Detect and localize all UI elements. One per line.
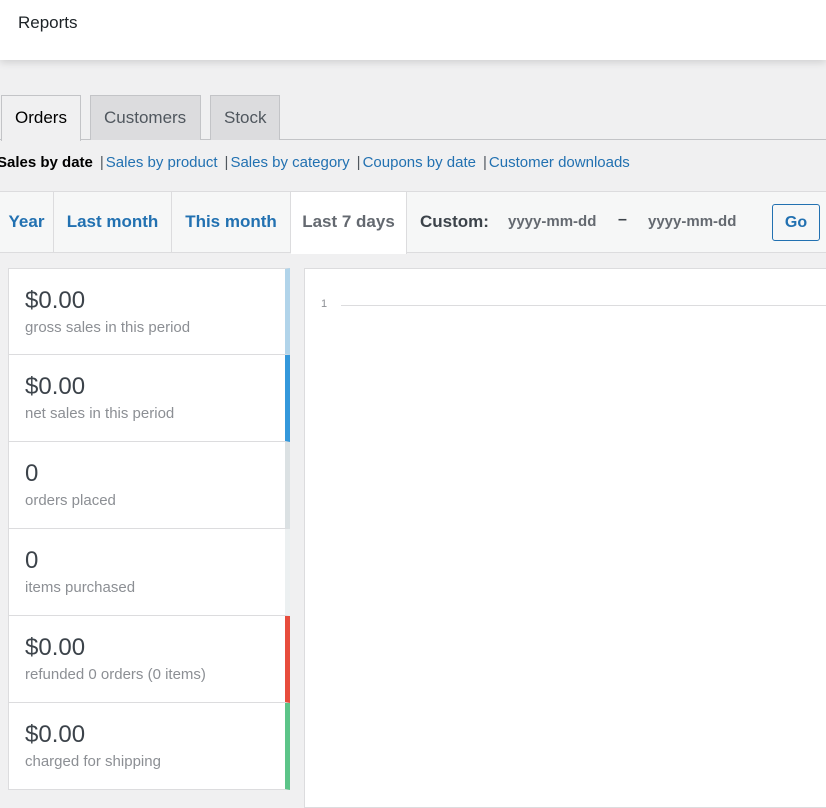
subnav-customer-downloads[interactable]: Customer downloads xyxy=(489,154,630,171)
custom-label: Custom: xyxy=(420,212,489,231)
legend-label: gross sales in this period xyxy=(25,319,191,336)
legend-item[interactable]: 0 items purchased xyxy=(8,529,290,616)
subnav-sales-by-category[interactable]: Sales by category xyxy=(230,154,349,171)
report-tabs: Orders Customers Stock xyxy=(0,95,826,141)
legend-label: orders placed xyxy=(25,492,116,509)
sales-chart: 1 xyxy=(304,268,826,808)
legend-label: refunded 0 orders (0 items) xyxy=(25,666,206,683)
end-date-input[interactable]: yyyy-mm-dd xyxy=(648,213,736,230)
range-this-month[interactable]: This month xyxy=(172,192,291,252)
legend-amount: 0 xyxy=(25,460,39,487)
legend-label: charged for shipping xyxy=(25,753,161,770)
legend-item[interactable]: $0.00 refunded 0 orders (0 items) xyxy=(8,616,290,703)
legend-amount: $0.00 xyxy=(25,287,86,314)
go-button[interactable]: Go xyxy=(772,204,820,241)
legend-amount: $0.00 xyxy=(25,373,86,400)
date-separator: – xyxy=(618,211,627,228)
tab-orders[interactable]: Orders xyxy=(1,95,81,141)
legend-amount: 0 xyxy=(25,547,39,574)
legend-item[interactable]: $0.00 charged for shipping xyxy=(8,703,290,790)
page-header: Reports xyxy=(0,0,826,60)
chart-legend: $0.00 gross sales in this period $0.00 net … xyxy=(8,268,290,790)
legend-item[interactable]: $0.00 net sales in this period xyxy=(8,355,290,442)
page-title: Reports xyxy=(18,13,78,32)
grid-line xyxy=(341,305,826,306)
range-last-7-days[interactable]: Last 7 days xyxy=(291,192,407,254)
y-axis-tick: 1 xyxy=(321,298,328,310)
tab-stock[interactable]: Stock xyxy=(210,95,280,140)
date-range-bar: Year Last month This month Last 7 days C… xyxy=(0,191,826,254)
start-date-input[interactable]: yyyy-mm-dd xyxy=(508,213,596,230)
subnav-sales-by-product[interactable]: Sales by product xyxy=(106,154,218,171)
range-year[interactable]: Year xyxy=(0,192,54,252)
subnav-coupons-by-date[interactable]: Coupons by date xyxy=(363,154,476,171)
report-subnav: Sales by date | Sales by product | Sales by … xyxy=(0,154,630,171)
subnav-current: Sales by date xyxy=(0,154,93,171)
legend-amount: $0.00 xyxy=(25,721,86,748)
range-last-month[interactable]: Last month xyxy=(54,192,172,252)
legend-label: items purchased xyxy=(25,579,136,596)
legend-label: net sales in this period xyxy=(25,405,175,422)
tab-customers[interactable]: Customers xyxy=(90,95,201,140)
legend-amount: $0.00 xyxy=(25,634,86,661)
legend-item[interactable]: 0 orders placed xyxy=(8,442,290,529)
legend-item[interactable]: $0.00 gross sales in this period xyxy=(8,268,290,355)
